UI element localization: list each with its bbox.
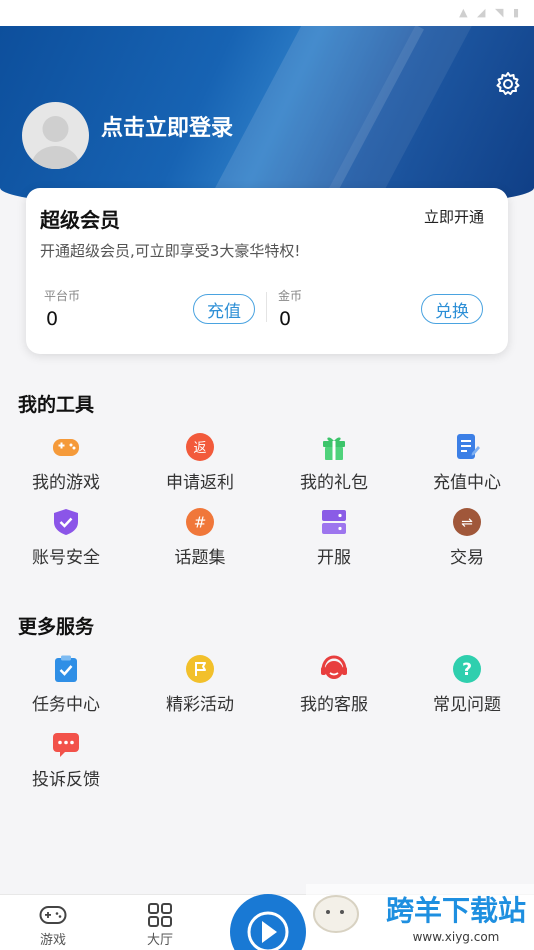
task-clipboard-icon: [55, 655, 77, 682]
service-feedback[interactable]: 投诉反馈: [11, 729, 121, 793]
customer-service-icon: [321, 655, 347, 679]
tool-label: 话题集: [174, 548, 226, 568]
tool-apply-rebate[interactable]: 返 申请返利: [145, 432, 255, 496]
tool-label: 充值中心: [433, 473, 501, 493]
service-task-center[interactable]: 任务中心: [11, 654, 121, 718]
watermark-subtext: www.xiyg.com: [413, 930, 500, 944]
tool-my-gifts[interactable]: 我的礼包: [279, 432, 389, 496]
platform-coin-label: 平台币: [44, 289, 81, 303]
tab-label: 游戏: [39, 933, 66, 948]
server-icon: [322, 510, 346, 534]
service-faq[interactable]: ? 常见问题: [412, 654, 522, 718]
watermark-text: 跨羊下载站: [386, 894, 526, 927]
settings-gear-icon[interactable]: [494, 70, 522, 98]
tool-label: 我的游戏: [32, 473, 100, 493]
gift-icon: [323, 437, 345, 460]
watermark-logo: 跨羊下载站 www.xiyg.com: [306, 884, 534, 950]
topic-glyph: #: [194, 514, 207, 532]
vip-title: 超级会员: [40, 208, 120, 232]
feedback-chat-icon: [53, 733, 79, 757]
service-label: 我的客服: [300, 695, 368, 715]
grid-tab-icon: [148, 903, 172, 927]
tab-label: 大厅: [146, 933, 173, 948]
tool-open-server[interactable]: 开服: [279, 507, 389, 571]
trade-glyph: ⇌: [461, 515, 473, 531]
service-label: 任务中心: [32, 695, 100, 715]
tab-lobby[interactable]: 大厅: [130, 895, 190, 950]
tool-recharge-center[interactable]: 充值中心: [412, 432, 522, 496]
default-avatar-icon[interactable]: [22, 102, 89, 169]
tool-label: 交易: [450, 548, 484, 568]
platform-coin-value: 0: [46, 308, 59, 330]
vip-card: 超级会员 立即开通 开通超级会员,可立即享受3大豪华特权! 平台币 0 充值 金…: [26, 188, 508, 354]
exchange-button[interactable]: 兑换: [421, 294, 483, 324]
vip-description: 开通超级会员,可立即享受3大豪华特权!: [40, 242, 301, 260]
service-label: 精彩活动: [166, 695, 234, 715]
play-fab-button[interactable]: [230, 894, 306, 950]
recharge-doc-icon: [457, 434, 480, 459]
tool-trade[interactable]: ⇌ 交易: [412, 507, 522, 571]
service-label: 投诉反馈: [32, 770, 100, 790]
gold-coin-label: 金币: [278, 289, 303, 303]
status-bar: ▲ ◢ ◥ ▮: [0, 0, 534, 26]
tool-label: 申请返利: [166, 473, 234, 493]
topic-hash-icon: #: [186, 508, 214, 536]
gamepad-tab-icon: [39, 906, 67, 924]
trade-swap-icon: ⇌: [453, 508, 481, 536]
coin-divider: [266, 292, 267, 322]
service-label: 常见问题: [433, 695, 501, 715]
status-icons: ▲ ◢ ◥ ▮: [459, 6, 522, 19]
tools-section-title: 我的工具: [18, 394, 95, 416]
rebate-icon: 返: [186, 433, 214, 461]
play-fab-icon: [247, 911, 289, 950]
service-activities[interactable]: 精彩活动: [145, 654, 255, 718]
activity-flag-icon: [186, 655, 214, 683]
tool-my-games[interactable]: 我的游戏: [11, 432, 121, 496]
service-customer-service[interactable]: 我的客服: [279, 654, 389, 718]
shield-icon: [54, 509, 78, 535]
faq-question-icon: ?: [453, 655, 481, 683]
faq-glyph: ?: [462, 660, 472, 680]
vip-open-button[interactable]: 立即开通: [424, 206, 484, 227]
gold-coin-value: 0: [279, 308, 292, 330]
tool-label: 账号安全: [32, 548, 100, 568]
tool-label: 开服: [317, 548, 351, 568]
gamepad-icon: [53, 439, 79, 456]
tool-label: 我的礼包: [300, 473, 368, 493]
tab-games[interactable]: 游戏: [23, 895, 83, 950]
services-section-title: 更多服务: [18, 616, 95, 638]
tool-topics[interactable]: # 话题集: [145, 507, 255, 571]
login-prompt[interactable]: 点击立即登录: [101, 110, 233, 142]
rebate-glyph: 返: [193, 441, 206, 456]
recharge-button[interactable]: 充值: [193, 294, 255, 324]
tool-account-security[interactable]: 账号安全: [11, 507, 121, 571]
